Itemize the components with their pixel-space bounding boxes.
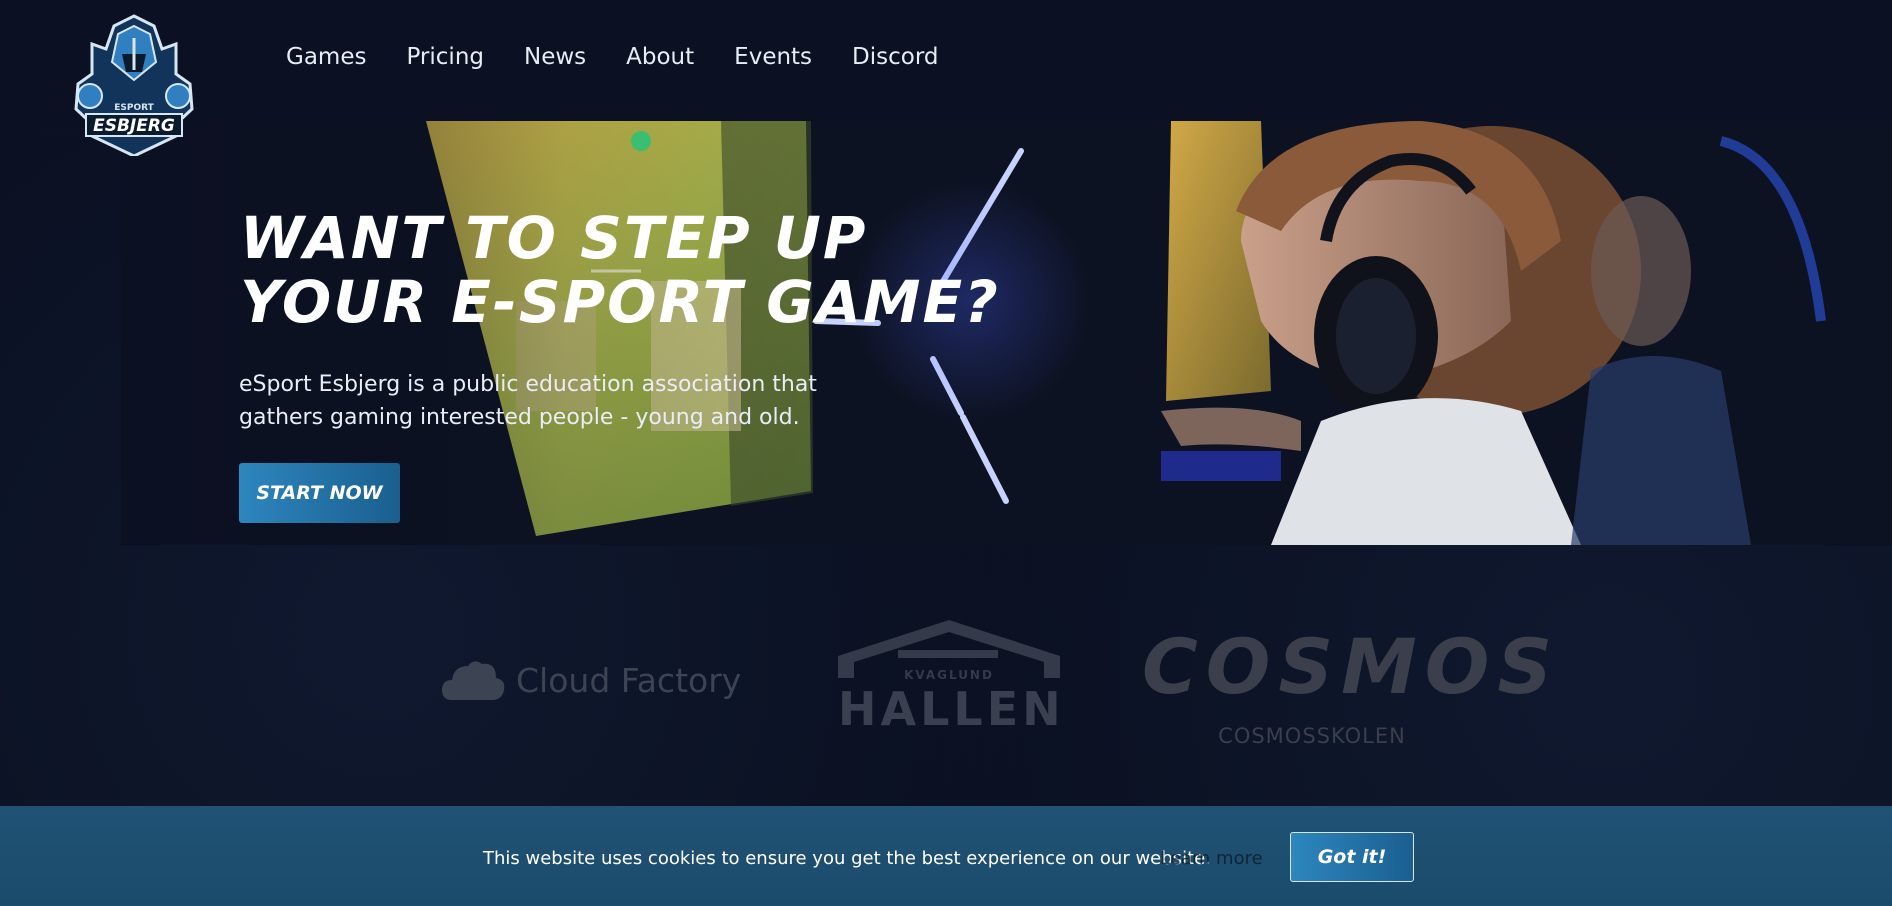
cosmos-text: COSMOS bbox=[1142, 622, 1561, 711]
logo-top-text: ESPORT bbox=[114, 103, 154, 113]
cookie-banner: This website uses cookies to ensure you … bbox=[0, 806, 1892, 906]
hallen-text: HALLEN bbox=[838, 682, 1065, 736]
main-nav: Games Pricing News About Events Discord bbox=[286, 44, 979, 70]
cloud-factory-name: Cloud Factory bbox=[516, 660, 742, 700]
kvaglund-hallen-logo[interactable]: KVAGLUND HALLEN bbox=[838, 620, 1061, 736]
learn-more-link[interactable]: Learn more bbox=[1160, 848, 1263, 869]
hero-headline-line2: YOUR E-SPORT GAME? bbox=[240, 268, 1000, 336]
hero-headline: WANT TO STEP UP YOUR E-SPORT GAME? bbox=[240, 206, 1000, 334]
start-now-button[interactable]: START NOW bbox=[239, 463, 400, 523]
logo-main-text: ESBJERG bbox=[93, 116, 175, 136]
nav-news[interactable]: News bbox=[524, 44, 586, 70]
site-header: Games Pricing News About Events Discord bbox=[0, 0, 1892, 121]
cloud-factory-logo[interactable]: Cloud Factory bbox=[442, 650, 742, 710]
cookie-message: This website uses cookies to ensure you … bbox=[483, 848, 1211, 869]
got-it-button[interactable]: Got it! bbox=[1290, 832, 1414, 882]
kvaglund-text: KVAGLUND bbox=[904, 668, 994, 682]
cloud-icon bbox=[442, 661, 505, 700]
cosmos-logo[interactable]: COSMOS COSMOSSKOLEN bbox=[1142, 622, 1561, 748]
esport-esbjerg-logo[interactable]: ESPORT ESBJERG bbox=[72, 14, 197, 156]
nav-about[interactable]: About bbox=[626, 44, 694, 70]
nav-discord[interactable]: Discord bbox=[852, 44, 938, 70]
nav-events[interactable]: Events bbox=[734, 44, 812, 70]
nav-games[interactable]: Games bbox=[286, 44, 366, 70]
hero-headline-line1: WANT TO STEP UP bbox=[240, 204, 868, 272]
partner-logos: Cloud Factory KVAGLUND HALLEN COSMOS COS… bbox=[0, 600, 1892, 750]
cosmosskolen-text: COSMOSSKOLEN bbox=[1218, 724, 1406, 748]
hero-description: eSport Esbjerg is a public education ass… bbox=[239, 372, 817, 430]
nav-pricing[interactable]: Pricing bbox=[406, 44, 484, 70]
